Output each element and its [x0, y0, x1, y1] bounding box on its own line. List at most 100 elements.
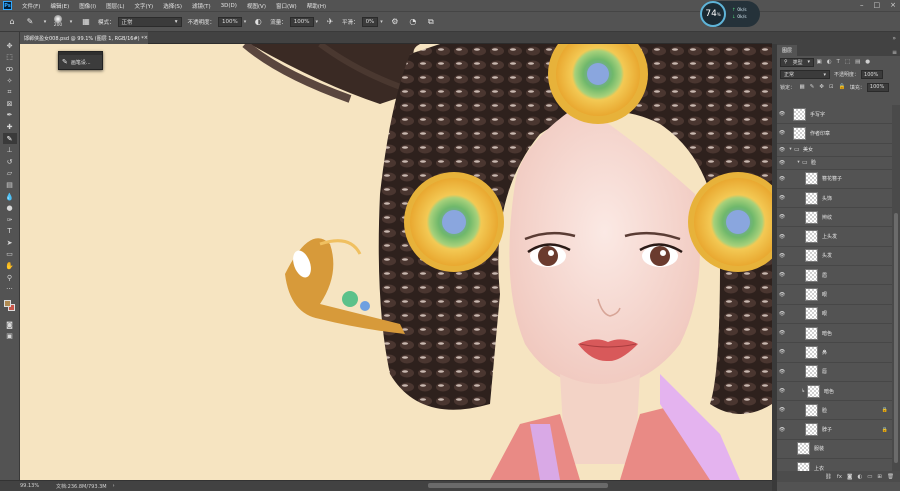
menu-file[interactable]: 文件(F) [17, 2, 45, 10]
path-selection-tool-icon[interactable]: ➤ [3, 237, 17, 249]
visibility-eye-icon[interactable]: 👁 [777, 330, 787, 336]
menu-help[interactable]: 帮助(H) [302, 2, 331, 10]
fill-field[interactable]: 100% [866, 82, 889, 92]
visibility-eye-icon[interactable]: 👁 [777, 272, 787, 278]
chevron-down-icon[interactable]: ▾ [795, 160, 802, 165]
layer-row[interactable]: 👁 眼 [777, 305, 892, 324]
clone-stamp-tool-icon[interactable]: ⊥ [3, 144, 17, 156]
blend-mode-select[interactable]: 正常 ▾ [780, 70, 830, 80]
maximize-icon[interactable]: □ [874, 1, 881, 9]
lock-all-icon[interactable]: 🔒 [839, 84, 846, 90]
add-mask-icon[interactable]: ◙ [847, 474, 852, 480]
flow-field[interactable]: 100% [289, 16, 314, 27]
layer-row[interactable]: 👁 服装 [777, 440, 892, 460]
visibility-eye-icon[interactable]: 👁 [777, 147, 787, 153]
chevron-down-icon[interactable]: ▾ [68, 16, 74, 28]
visibility-eye-icon[interactable]: 👁 [777, 214, 787, 220]
eraser-tool-icon[interactable]: ▱ [3, 168, 17, 180]
visibility-eye-icon[interactable]: 👁 [777, 427, 787, 433]
visibility-eye-icon[interactable]: 👁 [777, 388, 787, 394]
menu-select[interactable]: 选择(S) [158, 2, 187, 10]
brush-preset-picker[interactable]: 200 [52, 14, 64, 29]
menu-type[interactable]: 文字(Y) [130, 2, 159, 10]
layers-scrollbar[interactable] [892, 105, 900, 481]
menu-filter[interactable]: 滤镜(T) [187, 2, 216, 10]
layer-row[interactable]: 👁 头饰 [777, 189, 892, 209]
filter-adjustment-icon[interactable]: ◐ [827, 59, 832, 65]
gear-icon[interactable]: ⚙ [389, 16, 401, 28]
menu-view[interactable]: 视图(V) [242, 2, 271, 10]
layer-row[interactable]: 👁 鼻 [777, 343, 892, 363]
visibility-eye-icon[interactable]: 👁 [777, 407, 787, 413]
chevron-down-icon[interactable]: ▾ [244, 19, 247, 25]
layer-row[interactable]: 👁 眉 [777, 266, 892, 286]
pressure-size-icon[interactable]: ◔ [407, 16, 419, 28]
visibility-eye-icon[interactable]: 👁 [777, 234, 787, 240]
visibility-eye-icon[interactable]: 👁 [777, 446, 787, 452]
menu-image[interactable]: 图像(I) [74, 2, 101, 10]
chevron-right-icon[interactable]: › [113, 483, 115, 489]
document-tab[interactable]: 邯郸侠盈女008.psd @ 99.1% (图层 1, RGB/16#) * × [20, 32, 148, 44]
mode-select[interactable]: 正常 ▾ [117, 16, 182, 27]
menu-3d[interactable]: 3D(D) [216, 3, 242, 9]
menu-window[interactable]: 窗口(W) [271, 2, 302, 10]
shape-tool-icon[interactable]: ▭ [3, 249, 17, 261]
visibility-eye-icon[interactable]: 👁 [777, 369, 787, 375]
lock-position-icon[interactable]: ✥ [819, 84, 824, 90]
minimize-icon[interactable]: – [860, 1, 864, 9]
dodge-tool-icon[interactable]: ● [3, 202, 17, 214]
new-group-icon[interactable]: ▭ [867, 474, 872, 480]
visibility-eye-icon[interactable]: 👁 [777, 292, 787, 298]
magic-wand-tool-icon[interactable]: ✧ [3, 75, 17, 87]
home-icon[interactable]: ⌂ [6, 16, 18, 28]
hand-tool-icon[interactable]: ✋ [3, 260, 17, 272]
visibility-eye-icon[interactable]: 👁 [777, 111, 787, 117]
lasso-tool-icon[interactable]: ꝏ [3, 63, 17, 75]
menu-edit[interactable]: 编辑(E) [45, 2, 74, 10]
tab-layers[interactable]: 图层 [777, 45, 798, 56]
menu-layer[interactable]: 图层(L) [101, 2, 129, 10]
symmetry-icon[interactable]: ⧉ [425, 16, 437, 28]
brush-settings-row[interactable]: ✎ 画笔设... [59, 55, 102, 69]
layer-opacity-field[interactable]: 100% [861, 70, 884, 80]
zoom-tool-icon[interactable]: ⚲ [3, 272, 17, 284]
eyedropper-tool-icon[interactable]: ✒ [3, 110, 17, 122]
lock-transparent-icon[interactable]: ▦ [800, 84, 805, 90]
layer-row[interactable]: 👁 作者印章 [777, 124, 892, 144]
brush-settings-icon[interactable]: ▦ [80, 16, 92, 28]
airbrush-icon[interactable]: ✈ [324, 16, 336, 28]
color-swatches[interactable] [3, 299, 17, 313]
close-icon[interactable]: × [890, 1, 896, 9]
visibility-eye-icon[interactable]: 👁 [777, 195, 787, 201]
filter-toggle-icon[interactable]: ● [865, 59, 870, 65]
move-tool-icon[interactable]: ✥ [3, 40, 17, 52]
visibility-eye-icon[interactable]: 👁 [777, 130, 787, 136]
blur-tool-icon[interactable]: 💧 [3, 191, 17, 203]
new-layer-icon[interactable]: ⊞ [877, 474, 882, 480]
layer-row[interactable]: 👁 簪花簪子 [777, 170, 892, 189]
layer-filter-select[interactable]: ⚲ 类型 ▾ [780, 57, 814, 67]
chevron-down-icon[interactable]: ▾ [380, 19, 383, 25]
visibility-eye-icon[interactable]: 👁 [777, 311, 787, 317]
chevron-down-icon[interactable]: ▾ [787, 147, 794, 152]
quick-mask-icon[interactable]: ◙ [3, 319, 17, 331]
layer-row[interactable]: 👁 头发 [777, 247, 892, 267]
filter-smart-object-icon[interactable]: ▤ [855, 59, 860, 65]
brush-settings-popup[interactable]: ✎ 画笔设... [58, 51, 103, 70]
layer-row[interactable]: 👁 唇 [777, 363, 892, 382]
visibility-eye-icon[interactable]: 👁 [777, 253, 787, 259]
pen-tool-icon[interactable]: ✑ [3, 214, 17, 226]
zoom-level[interactable]: 99.13% [0, 483, 50, 489]
link-layers-icon[interactable]: ⛓ [825, 474, 832, 480]
layer-row[interactable]: 👁 脸 🔒 [777, 401, 892, 421]
more-tools-icon[interactable]: ··· [3, 283, 17, 295]
layer-row[interactable]: 👁 暗色 [777, 324, 892, 344]
lock-pixels-icon[interactable]: ✎ [810, 84, 815, 90]
adjustment-layer-icon[interactable]: ◐ [857, 474, 862, 480]
frame-tool-icon[interactable]: ⊠ [3, 98, 17, 110]
lock-artboard-icon[interactable]: ⊡ [829, 84, 834, 90]
layer-row[interactable]: 👁 手写字 [777, 105, 892, 125]
layer-row[interactable]: 👁 ↳ 暗色 [777, 382, 892, 402]
layer-row[interactable]: 👁 眼 [777, 285, 892, 305]
visibility-eye-icon[interactable]: 👁 [777, 349, 787, 355]
